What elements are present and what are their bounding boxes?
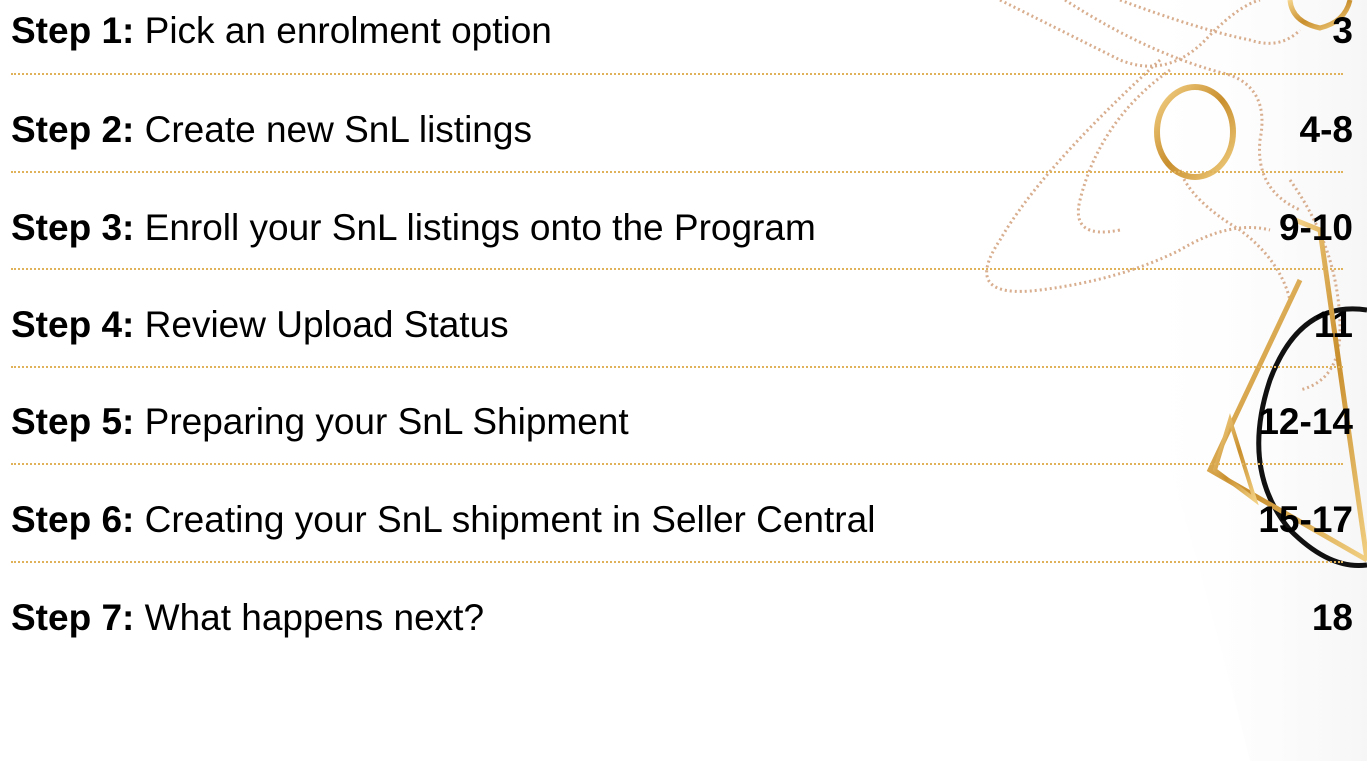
toc-item-step-7[interactable]: Step 7: What happens next? 18	[11, 593, 1353, 643]
toc-step-number: Step 1:	[11, 10, 135, 51]
toc-item-label: Step 4: Review Upload Status	[11, 300, 509, 350]
toc-step-title: Pick an enrolment option	[144, 10, 552, 51]
toc-item-step-1[interactable]: Step 1: Pick an enrolment option 3	[11, 6, 1353, 56]
toc-step-title: Enroll your SnL listings onto the Progra…	[144, 207, 816, 248]
toc-divider	[11, 366, 1343, 368]
toc-item-label: Step 2: Create new SnL listings	[11, 105, 532, 155]
toc-item-label: Step 1: Pick an enrolment option	[11, 6, 552, 56]
toc-item-label: Step 3: Enroll your SnL listings onto th…	[11, 203, 816, 253]
toc-item-label: Step 6: Creating your SnL shipment in Se…	[11, 495, 875, 545]
toc-item-step-6[interactable]: Step 6: Creating your SnL shipment in Se…	[11, 495, 1353, 545]
toc-page-number: 3	[1332, 10, 1353, 51]
toc-page-number: 15-17	[1258, 499, 1353, 540]
toc-step-number: Step 4:	[11, 304, 135, 345]
toc-step-title: What happens next?	[144, 597, 485, 638]
toc-step-number: Step 6:	[11, 499, 135, 540]
toc-page: Step 1: Pick an enrolment option 3 Step …	[0, 0, 1367, 761]
toc-step-number: Step 5:	[11, 401, 135, 442]
toc-step-title: Create new SnL listings	[144, 109, 532, 150]
toc-step-number: Step 3:	[11, 207, 135, 248]
toc-divider	[11, 73, 1343, 75]
toc-divider	[11, 268, 1343, 270]
toc-item-step-2[interactable]: Step 2: Create new SnL listings 4-8	[11, 105, 1353, 155]
toc-item-label: Step 5: Preparing your SnL Shipment	[11, 397, 629, 447]
toc-divider	[11, 463, 1343, 465]
toc-step-number: Step 2:	[11, 109, 135, 150]
toc-page-number: 12-14	[1258, 401, 1353, 442]
toc-divider	[11, 561, 1343, 563]
toc-item-step-5[interactable]: Step 5: Preparing your SnL Shipment 12-1…	[11, 397, 1353, 447]
table-of-contents: Step 1: Pick an enrolment option 3 Step …	[0, 0, 1367, 761]
toc-page-number: 11	[1313, 304, 1353, 345]
toc-page-number: 9-10	[1278, 207, 1353, 248]
toc-divider	[11, 171, 1343, 173]
toc-step-number: Step 7:	[11, 597, 135, 638]
toc-step-title: Creating your SnL shipment in Seller Cen…	[144, 499, 876, 540]
toc-page-number: 4-8	[1299, 109, 1353, 150]
toc-item-step-4[interactable]: Step 4: Review Upload Status 11	[11, 300, 1353, 350]
toc-item-label: Step 7: What happens next?	[11, 593, 484, 643]
toc-step-title: Review Upload Status	[144, 304, 509, 345]
toc-step-title: Preparing your SnL Shipment	[144, 401, 629, 442]
toc-item-step-3[interactable]: Step 3: Enroll your SnL listings onto th…	[11, 203, 1353, 253]
toc-page-number: 18	[1311, 597, 1353, 638]
